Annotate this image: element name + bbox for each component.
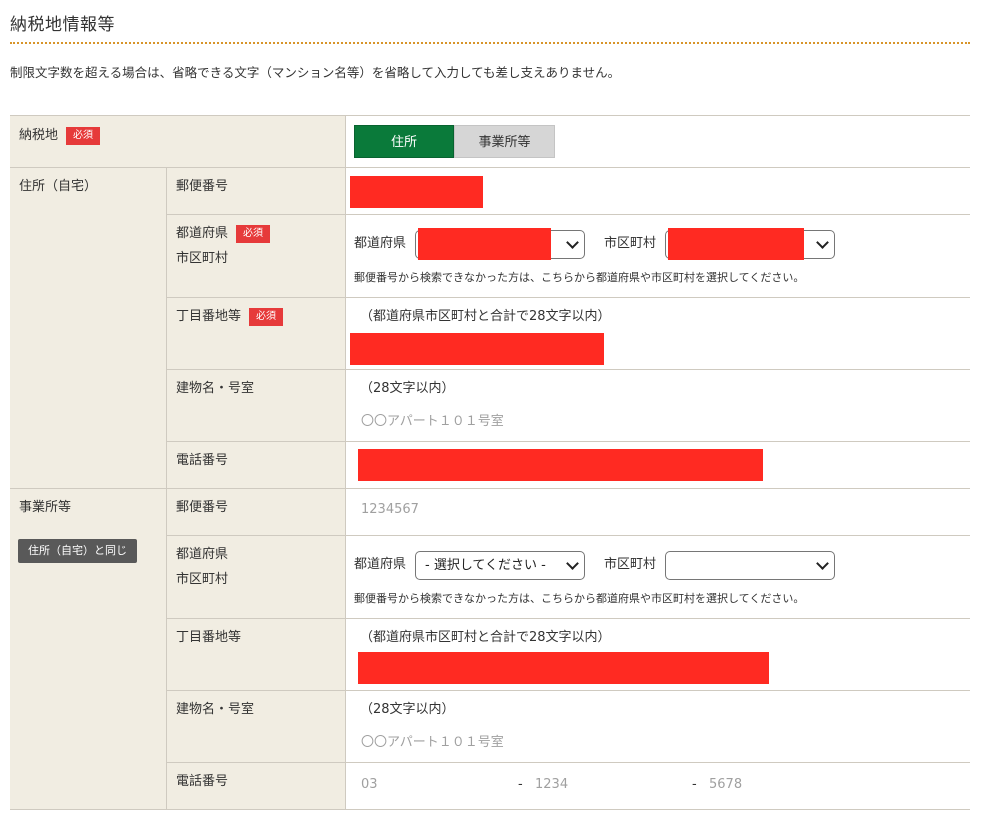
home-pref-helper: 郵便番号から検索できなかった方は、こちらから都道府県や市区町村を選択してください…	[354, 271, 805, 284]
row-divider	[10, 167, 970, 168]
office-city-label: 市区町村	[176, 572, 229, 587]
home-pref-redaction	[418, 228, 551, 260]
home-street-hint: （都道府県市区町村と合計で28文字以内）	[360, 309, 611, 324]
home-building-input[interactable]: 〇〇アパート１０１号室	[361, 410, 504, 429]
office-building-input[interactable]: 〇〇アパート１０１号室	[361, 731, 504, 750]
office-city-inline-label: 市区町村	[604, 557, 657, 572]
office-phone-part3-input[interactable]: 5678	[709, 777, 742, 792]
required-badge: 必須	[249, 307, 284, 326]
home-phone-label: 電話番号	[176, 453, 229, 468]
home-city-redaction	[668, 228, 804, 260]
chevron-down-icon	[816, 557, 829, 570]
home-phone-input[interactable]	[358, 449, 763, 481]
row-divider	[166, 762, 970, 763]
office-pref-label: 都道府県	[176, 547, 229, 562]
office-labels-column	[166, 488, 345, 809]
tax-place-label-text: 納税地	[19, 128, 59, 143]
phone-dash: -	[692, 777, 697, 792]
row-divider	[166, 618, 970, 619]
row-divider	[166, 369, 970, 370]
title-divider	[10, 42, 970, 44]
row-divider	[166, 690, 970, 691]
office-city-select[interactable]	[665, 551, 835, 580]
home-building-label: 建物名・号室	[176, 381, 255, 396]
tax-place-label: 納税地 必須	[19, 126, 101, 146]
chevron-down-icon	[566, 557, 579, 570]
office-pref-helper: 郵便番号から検索できなかった方は、こちらから都道府県や市区町村を選択してください…	[354, 592, 805, 605]
office-street-hint: （都道府県市区町村と合計で28文字以内）	[360, 630, 611, 645]
office-group-cell	[10, 488, 166, 809]
tax-place-form: 納税地 必須 住所 事業所等 住所（自宅） 郵便番号 都道府県 必須 市区町村 都道…	[10, 115, 970, 810]
home-city-inline-label: 市区町村	[604, 236, 657, 251]
row-divider	[166, 214, 970, 215]
home-postal-label: 郵便番号	[176, 179, 229, 194]
tax-place-option-home[interactable]: 住所	[354, 125, 454, 158]
office-building-label: 建物名・号室	[176, 702, 255, 717]
row-divider	[10, 488, 970, 489]
home-pref-label-text: 都道府県	[176, 226, 229, 241]
tax-place-option-office[interactable]: 事業所等	[454, 125, 555, 158]
home-labels-column	[166, 167, 345, 488]
office-building-hint: （28文字以内）	[360, 702, 455, 717]
phone-dash: -	[518, 777, 523, 792]
page-title: 納税地情報等	[10, 15, 115, 35]
required-badge: 必須	[66, 126, 101, 145]
office-street-input[interactable]	[358, 652, 769, 684]
office-pref-select-value: - 選択してください -	[425, 558, 546, 573]
office-pref-inline-label: 都道府県	[354, 557, 407, 572]
home-street-input[interactable]	[350, 333, 604, 365]
office-phone-label: 電話番号	[176, 774, 229, 789]
office-street-label: 丁目番地等	[176, 630, 242, 645]
column-divider	[345, 116, 346, 809]
row-divider	[166, 297, 970, 298]
office-phone-part2-input[interactable]: 1234	[535, 777, 568, 792]
office-postal-label: 郵便番号	[176, 500, 229, 515]
office-group-label: 事業所等	[19, 500, 72, 515]
office-postal-input[interactable]: 1234567	[361, 502, 419, 517]
office-pref-select[interactable]: - 選択してください -	[415, 551, 585, 580]
home-city-label: 市区町村	[176, 251, 229, 266]
home-pref-inline-label: 都道府県	[354, 236, 407, 251]
home-street-label-text: 丁目番地等	[176, 309, 242, 324]
office-phone-part1-input[interactable]: 03	[361, 777, 378, 792]
chevron-down-icon	[816, 236, 829, 249]
chevron-down-icon	[566, 236, 579, 249]
required-badge: 必須	[236, 224, 271, 243]
home-group-cell	[10, 167, 166, 488]
row-divider	[166, 441, 970, 442]
home-street-label: 丁目番地等 必須	[176, 307, 284, 327]
length-note: 制限文字数を超える場合は、省略できる文字（マンション名等）を省略して入力しても差…	[10, 65, 621, 80]
home-postal-input[interactable]	[350, 176, 483, 208]
home-pref-label: 都道府県 必須	[176, 224, 271, 244]
home-building-hint: （28文字以内）	[360, 381, 455, 396]
copy-home-address-button[interactable]: 住所（自宅）と同じ	[18, 539, 137, 563]
row-divider	[166, 535, 970, 536]
home-group-label: 住所（自宅）	[19, 179, 98, 194]
